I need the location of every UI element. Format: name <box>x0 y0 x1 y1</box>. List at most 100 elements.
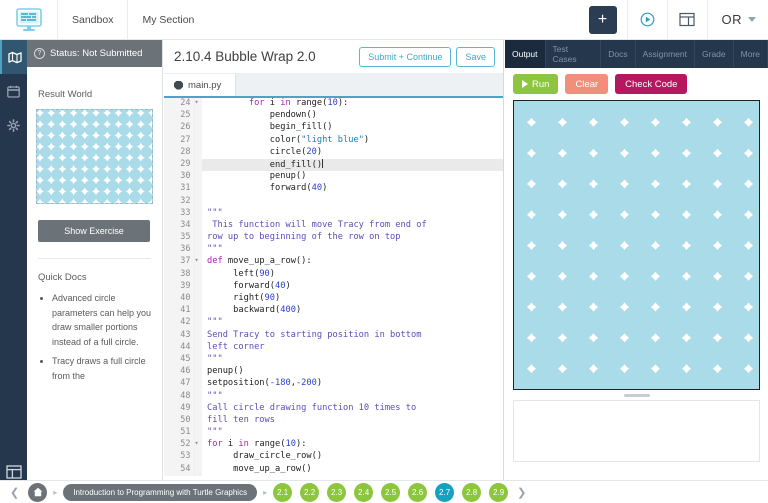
line-number: 40 <box>164 293 194 305</box>
chevron-down-icon <box>748 17 756 22</box>
fold-spacer <box>194 451 202 463</box>
run-toolbar: Run Clear Check Code <box>505 68 768 100</box>
status-text: Status: Not Submitted <box>50 48 142 59</box>
chevron-right-icon[interactable]: ❯ <box>514 486 529 499</box>
code-line[interactable]: 38 left(90) <box>164 269 503 281</box>
code-line[interactable]: 39 forward(40) <box>164 281 503 293</box>
lesson-dot-2-7[interactable]: 2.7 <box>435 483 454 502</box>
lesson-dot-2-1[interactable]: 2.1 <box>273 483 292 502</box>
code-line[interactable]: 51""" <box>164 427 503 439</box>
code-line[interactable]: 26 begin_fill() <box>164 122 503 134</box>
submit-continue-button[interactable]: Submit + Continue <box>359 47 451 67</box>
code-text: """ <box>202 317 503 329</box>
code-line[interactable]: 24▾ for i in range(10): <box>164 98 503 110</box>
home-button[interactable] <box>28 483 47 502</box>
lesson-dot-2-8[interactable]: 2.8 <box>462 483 481 502</box>
lesson-dot-2-3[interactable]: 2.3 <box>327 483 346 502</box>
rail-item-map[interactable] <box>0 40 27 74</box>
code-line[interactable]: 45""" <box>164 354 503 366</box>
lesson-navigation-bar: ❮ ▸ Introduction to Programming with Tur… <box>0 480 768 503</box>
code-area[interactable]: 24▾ for i in range(10):25 pendown()26 be… <box>164 96 503 480</box>
code-line[interactable]: 32 <box>164 196 503 208</box>
question-circle-icon: ? <box>34 48 45 59</box>
code-line[interactable]: 44left corner <box>164 342 503 354</box>
code-line[interactable]: 35row up to beginning of the row on top <box>164 232 503 244</box>
code-line[interactable]: 30 penup() <box>164 171 503 183</box>
code-line[interactable]: 42 """ <box>164 317 503 329</box>
chevron-left-icon[interactable]: ❮ <box>7 486 22 499</box>
tab-output[interactable]: Output <box>505 40 546 68</box>
fold-spacer <box>194 427 202 439</box>
fold-spacer <box>194 183 202 195</box>
code-line[interactable]: 27 color("light blue") <box>164 135 503 147</box>
calendar-icon <box>7 85 20 98</box>
line-number: 42 <box>164 317 194 329</box>
output-panel: OutputTest CasesDocsAssignmentGradeMore … <box>505 40 768 480</box>
tab-test-cases[interactable]: Test Cases <box>546 40 602 68</box>
code-line[interactable]: 48""" <box>164 391 503 403</box>
lesson-dot-2-6[interactable]: 2.6 <box>408 483 427 502</box>
file-tab-main-py[interactable]: main.py <box>164 74 236 96</box>
clear-button[interactable]: Clear <box>565 74 608 94</box>
code-line[interactable]: 52▾for i in range(10): <box>164 439 503 451</box>
line-number: 37 <box>164 256 194 268</box>
line-number: 26 <box>164 122 194 134</box>
nav-link-sandbox[interactable]: Sandbox <box>58 0 127 39</box>
list-item: Tracy draws a full circle from the <box>52 354 153 383</box>
panel-resize-handle[interactable] <box>624 394 650 397</box>
codehs-logo[interactable] <box>0 0 58 39</box>
fold-spacer <box>194 317 202 329</box>
play-circle-button[interactable] <box>627 0 667 39</box>
user-menu[interactable]: OR <box>707 0 768 39</box>
tab-more[interactable]: More <box>734 40 768 68</box>
code-text: backward(400) <box>202 305 503 317</box>
line-number: 53 <box>164 451 194 463</box>
code-text: fill ten rows <box>202 415 503 427</box>
add-button[interactable]: + <box>589 6 617 34</box>
run-button[interactable]: Run <box>513 74 558 94</box>
fold-toggle-icon[interactable]: ▾ <box>194 439 202 451</box>
code-line[interactable]: 41 backward(400) <box>164 305 503 317</box>
output-canvas <box>513 100 760 390</box>
status-badge[interactable]: ? Status: Not Submitted <box>27 40 162 67</box>
fold-spacer <box>194 354 202 366</box>
fold-toggle-icon[interactable]: ▾ <box>194 256 202 268</box>
code-line[interactable]: 25 pendown() <box>164 110 503 122</box>
code-line[interactable]: 53 draw_circle_row() <box>164 451 503 463</box>
rail-item-settings[interactable] <box>0 108 27 142</box>
fold-spacer <box>194 110 202 122</box>
code-line[interactable]: 33""" <box>164 208 503 220</box>
nav-link-my-section[interactable]: My Section <box>128 0 208 39</box>
code-line[interactable]: 29 end_fill() <box>164 159 503 171</box>
code-line[interactable]: 47setposition(-180,-200) <box>164 378 503 390</box>
lesson-dot-group: 2.1 2.2 2.3 2.4 2.5 2.6 2.7 2.8 2.9 <box>273 483 508 502</box>
tab-docs[interactable]: Docs <box>601 40 635 68</box>
code-line[interactable]: 34 This function will move Tracy from en… <box>164 220 503 232</box>
rail-item-calendar[interactable] <box>0 74 27 108</box>
code-line[interactable]: 31 forward(40) <box>164 183 503 195</box>
fold-toggle-icon[interactable]: ▾ <box>194 98 202 110</box>
code-line[interactable]: 40 right(90) <box>164 293 503 305</box>
layout-toggle-button[interactable] <box>667 0 707 39</box>
save-button[interactable]: Save <box>456 47 495 67</box>
code-line[interactable]: 49Call circle drawing function 10 times … <box>164 403 503 415</box>
tab-grade[interactable]: Grade <box>695 40 734 68</box>
code-line[interactable]: 43Send Tracy to starting position in bot… <box>164 330 503 342</box>
lesson-dot-2-5[interactable]: 2.5 <box>381 483 400 502</box>
breadcrumb[interactable]: Introduction to Programming with Turtle … <box>63 484 257 501</box>
console-output[interactable] <box>513 400 760 462</box>
code-line[interactable]: 50fill ten rows <box>164 415 503 427</box>
show-exercise-button[interactable]: Show Exercise <box>38 220 150 242</box>
code-line[interactable]: 28 circle(20) <box>164 147 503 159</box>
code-line[interactable]: 54 move_up_a_row() <box>164 464 503 476</box>
lesson-dot-2-9[interactable]: 2.9 <box>489 483 508 502</box>
lesson-dot-2-4[interactable]: 2.4 <box>354 483 373 502</box>
code-line[interactable]: 36""" <box>164 244 503 256</box>
code-line[interactable]: 46penup() <box>164 366 503 378</box>
check-code-button[interactable]: Check Code <box>615 74 687 94</box>
line-number: 24 <box>164 98 194 110</box>
tab-assignment[interactable]: Assignment <box>636 40 695 68</box>
python-file-icon <box>174 81 183 90</box>
code-line[interactable]: 37▾def move_up_a_row(): <box>164 256 503 268</box>
lesson-dot-2-2[interactable]: 2.2 <box>300 483 319 502</box>
